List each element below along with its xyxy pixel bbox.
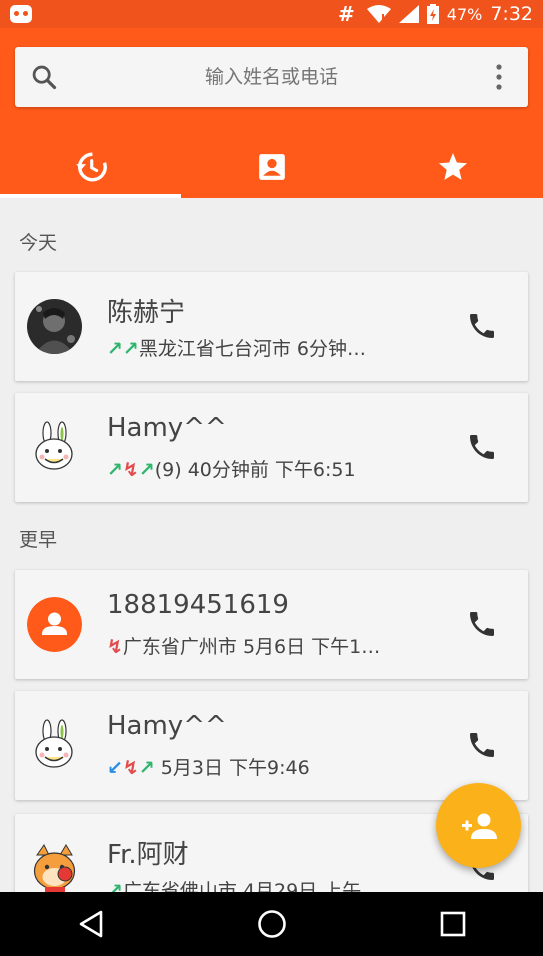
avatar[interactable] (27, 299, 82, 354)
call-detail: ↙↯↗ 5月3日 下午9:46 (107, 753, 412, 780)
navigation-bar (0, 892, 543, 956)
call-button[interactable] (464, 727, 500, 763)
more-options-icon[interactable] (470, 47, 528, 107)
call-log-item[interactable]: Hamy^^ ↗↯↗(9) 40分钟前 下午6:51 (15, 393, 528, 502)
add-contact-button[interactable] (436, 783, 521, 868)
call-detail-text: 黑龙江省七台河市 6分钟… (138, 338, 366, 360)
outgoing-call-icon: ↗ (107, 459, 123, 481)
call-detail: ↗广东省佛山市 4月29日 上午 (107, 876, 412, 892)
avatar[interactable] (27, 718, 82, 773)
missed-call-icon: ↯ (107, 636, 123, 658)
outgoing-call-icon: ↗ (138, 757, 155, 779)
call-log-item[interactable]: 18819451619 ↯广东省广州市 5月6日 下午1… (15, 570, 528, 679)
call-detail-text: 广东省广州市 5月6日 下午1… (122, 636, 381, 658)
contact-card-icon (258, 153, 285, 180)
status-bar: # 47% 7:32 (0, 0, 543, 28)
call-log-item[interactable]: 陈赫宁 ↗↗黑龙江省七台河市 6分钟… (15, 272, 528, 381)
missed-call-icon: ↯ (122, 459, 139, 481)
contact-name: Hamy^^ (107, 711, 227, 741)
robot-notification-icon (10, 5, 32, 23)
recents-icon (440, 911, 465, 937)
tab-bar (0, 135, 543, 198)
search-icon[interactable] (15, 47, 73, 107)
phone-icon (470, 435, 494, 459)
history-icon (75, 152, 107, 181)
search-input[interactable] (73, 46, 470, 108)
recents-button[interactable] (423, 894, 483, 954)
contact-name: 陈赫宁 (107, 298, 186, 328)
section-header-earlier: 更早 (19, 529, 58, 551)
phone-icon (470, 733, 494, 757)
clock: 7:32 (490, 3, 533, 25)
default-contact-icon (27, 597, 82, 652)
contact-name: Hamy^^ (107, 413, 227, 443)
outgoing-call-icon: ↗ (122, 338, 139, 360)
call-detail-text: 广东省佛山市 4月29日 上午 (122, 880, 362, 892)
call-detail: ↗↯↗(9) 40分钟前 下午6:51 (107, 455, 412, 482)
phone-icon (470, 612, 494, 636)
call-detail-text: (9) 40分钟前 下午6:51 (154, 459, 356, 481)
home-icon (257, 910, 286, 938)
contact-name: Fr.阿财 (107, 840, 189, 870)
tab-call-history[interactable] (0, 135, 181, 198)
avatar[interactable] (27, 597, 82, 652)
signal-icon (398, 5, 419, 23)
battery-percent: 47% (446, 4, 483, 24)
battery-icon (426, 4, 439, 24)
back-button[interactable] (61, 894, 121, 954)
tab-contacts[interactable] (181, 135, 362, 198)
incoming-call-icon: ↙ (107, 757, 123, 779)
section-header-today: 今天 (19, 232, 58, 254)
search-bar[interactable] (15, 46, 528, 108)
tab-favorites[interactable] (362, 135, 543, 198)
add-person-icon (461, 813, 497, 839)
avatar[interactable] (27, 420, 82, 475)
back-icon (79, 910, 102, 938)
wifi-icon (366, 5, 391, 23)
call-button[interactable] (464, 308, 500, 344)
app-header (0, 28, 543, 198)
hash-icon: # (338, 2, 355, 26)
missed-call-icon: ↯ (122, 757, 139, 779)
outgoing-call-icon: ↗ (107, 338, 123, 360)
star-icon (438, 152, 467, 180)
call-detail: ↗↗黑龙江省七台河市 6分钟… (107, 334, 412, 361)
home-button[interactable] (242, 894, 302, 954)
call-button[interactable] (464, 606, 500, 642)
call-detail-text: 5月3日 下午9:46 (154, 757, 310, 779)
call-detail: ↯广东省广州市 5月6日 下午1… (107, 632, 412, 659)
avatar[interactable] (27, 841, 82, 892)
outgoing-call-icon: ↗ (107, 880, 123, 892)
outgoing-call-icon: ↗ (138, 459, 155, 481)
phone-icon (470, 314, 494, 338)
call-log-item[interactable]: Hamy^^ ↙↯↗ 5月3日 下午9:46 (15, 691, 528, 800)
call-button[interactable] (464, 429, 500, 465)
contact-name: 18819451619 (107, 590, 289, 620)
